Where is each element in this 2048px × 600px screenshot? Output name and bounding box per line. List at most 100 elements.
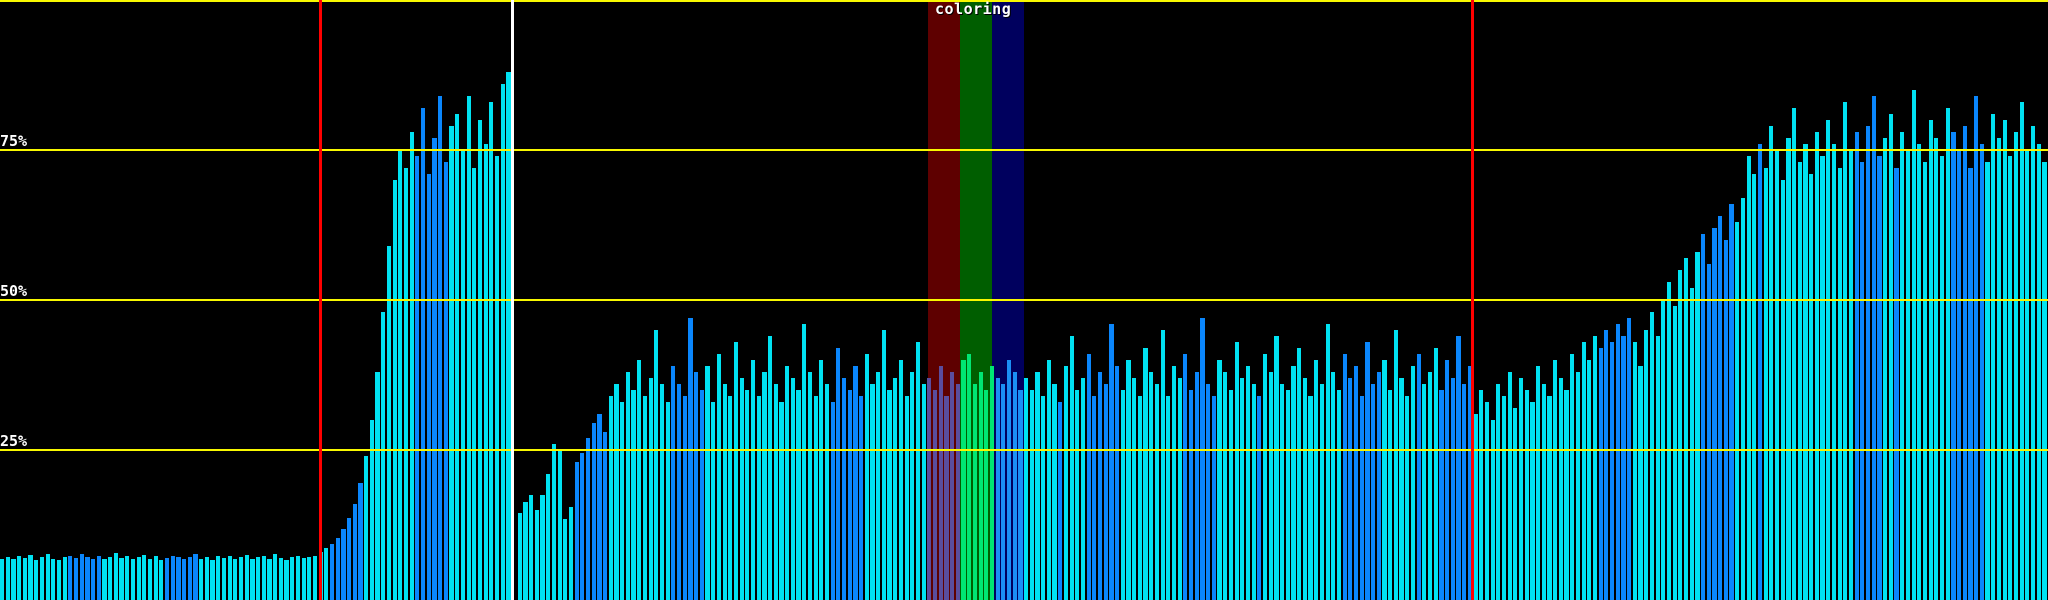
bar [119,558,124,600]
bar [1922,162,1928,600]
bar [1746,156,1751,600]
bar [1689,288,1694,600]
bar [1046,360,1051,600]
bar [1240,378,1245,600]
bar [790,378,795,600]
bar [853,366,858,600]
bar [1735,222,1740,600]
bar [989,366,995,600]
bar [1063,366,1069,600]
bar [546,474,551,600]
bar [102,558,107,600]
bar [893,378,898,600]
bar [1615,324,1620,600]
bar [1450,378,1455,600]
bar [1143,348,1148,600]
bar [1598,348,1603,600]
bar [1280,384,1285,600]
bar [216,556,221,600]
bar [1166,396,1171,600]
bar [147,558,153,600]
bar [329,543,335,600]
bar [870,384,875,600]
bar [1365,342,1370,600]
bar [654,330,659,600]
bar [2019,102,2024,600]
bar [756,396,761,600]
bar [1934,138,1939,600]
bar [841,378,847,600]
bar [1052,384,1057,600]
bar [1041,396,1046,600]
bar [1422,384,1427,600]
bar [1376,372,1381,600]
gridline-50 [0,299,2048,301]
bar [1621,336,1626,600]
bar [898,360,904,600]
bar [1871,96,1876,600]
bar [182,559,187,600]
bar [0,559,5,600]
bar [1587,360,1592,600]
bar [1382,360,1387,600]
bar [694,372,699,600]
bar [221,558,227,600]
bar [944,396,949,600]
bar [1507,372,1512,600]
bar [295,555,301,600]
bar [1894,168,1899,600]
bar [830,402,835,600]
bar [1160,330,1165,600]
bar [637,360,642,600]
bar [1575,372,1581,600]
bar [1814,132,1819,600]
bar [85,557,90,600]
bar [1564,390,1569,600]
bar [1854,132,1859,600]
bar [1268,372,1273,600]
bar [1826,120,1831,600]
bar [1740,198,1746,600]
bar [1712,228,1717,600]
bar [28,555,33,600]
bar [933,390,938,600]
bar [1991,114,1996,600]
bar [2008,156,2013,600]
bar [1206,384,1211,600]
bar [1609,342,1615,600]
bar [369,420,374,600]
bar [460,150,465,600]
usage-chart: coloring 75% 50% 25% [0,0,2048,600]
bar [79,553,84,600]
bar [620,402,625,600]
bar [284,559,289,600]
bar [449,126,454,600]
bar [551,444,557,600]
bar [1632,342,1637,600]
bar [1490,420,1495,600]
bar [45,554,50,600]
bar [1353,366,1359,600]
bar [1939,156,1945,600]
bar [477,120,483,600]
bar [978,372,983,600]
bar [1786,138,1791,600]
bar [972,384,977,600]
bar [2030,126,2036,600]
bar [1541,384,1546,600]
bar [659,384,665,600]
bar [1427,372,1433,600]
bar [159,559,164,600]
bar [301,558,306,600]
bar [921,384,926,600]
bar [415,156,420,600]
bar [773,384,778,600]
bar [403,168,409,600]
bar [1171,366,1177,600]
bar [1262,354,1268,600]
bar [1530,402,1535,600]
bar [187,556,192,600]
bar [176,557,181,600]
bar [489,102,494,600]
bar [1359,396,1364,600]
